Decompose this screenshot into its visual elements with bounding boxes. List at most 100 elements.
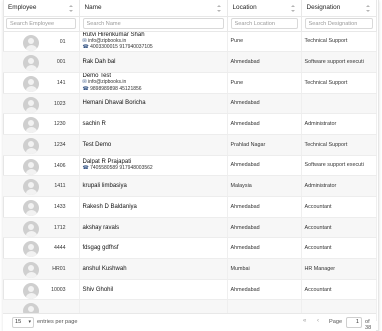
employee-id: 1023 [53,100,66,107]
location-cell: Ahmedabad [227,196,302,218]
sort-icon[interactable] [216,5,222,12]
designation-cell: Software support executi [301,155,377,177]
filter-cell [301,16,377,32]
entries-per-page-label: entries per page [37,319,78,325]
name-cell: Dalpat R Prajapati ☎ 7405580589 917948003… [79,155,228,177]
location-cell: Ahmedabad [227,51,302,73]
employee-id: 4444 [53,245,66,252]
table-row[interactable]: 001 Rak Dah bal Ahmedabad Software support … [3,51,377,73]
employee-name[interactable]: krupali limbasiya [83,183,224,189]
page-number-input[interactable]: 1 [346,317,362,328]
employee-name[interactable]: Rak Dah bal [83,59,224,65]
location-cell: Pune [227,72,302,94]
designation-cell: Administrator [301,175,377,197]
employee-cell: 1433 [3,196,80,218]
table-row[interactable]: 1230 sachin R Ahmedabad Administrator [3,113,377,135]
name-cell: Hemani Dhaval Boricha [79,93,228,115]
table-row[interactable]: 01 Rutvi Hirenkumar Shah ✉ info@zipbooks.i… [3,31,377,53]
employee-name[interactable]: Hemani Dhaval Boricha [83,100,224,106]
employee-cell: 1411 [3,175,80,197]
employee-id: 1234 [53,141,66,148]
employee-email[interactable]: info@zipbooks.in [88,79,126,85]
previous-page-icon[interactable]: ‹ [317,318,319,324]
avatar-icon [23,220,39,237]
page-size-select[interactable]: 15 ▾ [12,317,34,328]
sort-icon[interactable] [290,5,296,12]
employee-id: 1230 [53,121,66,128]
table-row[interactable]: 1433 Rakesh D Baldaniya Ahmedabad Accountan… [3,196,377,218]
designation-cell: Accountant [301,237,377,260]
employee-email[interactable]: info@zipbooks.in [88,38,126,44]
page-count-label: of 38 [365,319,372,331]
column-header-name[interactable]: Name [79,0,228,17]
filter-cell [3,16,80,32]
column-header-label: Employee [8,4,37,12]
employee-name[interactable]: Rakesh D Baldaniya [83,204,224,210]
location-cell: Mumbai [227,258,302,280]
table-row[interactable]: 1411 krupali limbasiya Malaysia Administrat… [3,175,377,197]
employee-cell: 1406 [3,155,80,177]
search-location-input[interactable] [230,18,298,29]
employee-name[interactable]: anshul Kushwah [83,266,224,272]
employee-cell: 1234 [3,134,80,156]
search-designation-input[interactable] [304,18,373,29]
location-cell: Pune [227,31,302,53]
table-row[interactable]: 1406 Dalpat R Prajapati ☎ 7405580589 91794… [3,155,377,177]
name-cell: Test Demo [79,134,228,156]
sort-icon[interactable] [68,5,74,12]
name-cell: krupali limbasiya [79,175,228,197]
sort-icon[interactable] [365,5,371,12]
designation-cell: Administrator [301,113,377,135]
avatar-icon [23,282,39,299]
phone-line: ☎ 7405580589 917948003562 [83,165,224,171]
employee-id: 1712 [53,224,66,231]
table-row[interactable]: 141 Demo Test ✉ info@zipbooks.in ☎ 98989898… [3,72,377,94]
employee-name[interactable]: Shiv Ghohil [83,287,224,293]
employee-id: 10003 [51,286,66,293]
employee-name[interactable]: fdsgag gdfhsf [83,245,224,251]
table-row[interactable]: 1712 akshay ravals Ahmedabad Accountant [3,217,377,239]
column-header-designation[interactable]: Designation [301,0,377,17]
first-page-icon[interactable]: « [303,318,306,324]
employee-id: HR01 [52,266,66,273]
name-cell: Rakesh D Baldaniya [79,196,228,218]
employee-id: 001 [56,59,66,66]
phone-icon: ☎ [82,165,89,172]
phone-icon: ☎ [82,44,89,51]
mail-icon: ✉ [82,79,87,86]
employee-table: Employee Name Location Designation 01 Rut… [3,0,377,322]
page-size-value: 15 [15,319,22,325]
avatar-icon [23,117,39,134]
column-header-employee[interactable]: Employee [3,0,80,17]
table-row[interactable]: 1234 Test Demo Prahlad Nagar Technical Supp… [3,134,377,156]
mail-icon: ✉ [82,38,87,45]
column-header-location[interactable]: Location [227,0,302,17]
table-row[interactable]: 10003 Shiv Ghohil Ahmedabad Accountant [3,279,377,301]
employee-cell: 01 [3,31,80,53]
column-header-label: Name [84,4,102,12]
table-row[interactable]: 1023 Hemani Dhaval Boricha Ahmedabad [3,93,377,115]
designation-cell: Software support executi [301,51,377,73]
name-cell: Rak Dah bal [79,51,228,73]
employee-name[interactable]: akshay ravals [83,225,224,231]
avatar-icon [23,75,39,92]
employee-cell: HR01 [3,258,80,280]
employee-cell: 1023 [3,93,80,115]
employee-name[interactable]: sachin R [83,121,224,127]
name-cell: Rutvi Hirenkumar Shah ✉ info@zipbooks.in ☎… [79,31,228,53]
table-row[interactable]: HR01 anshul Kushwah Mumbai HR Manager [3,258,377,280]
employee-phones: 4003300015 917940037105 [90,44,153,51]
search-employee-input[interactable] [6,18,76,29]
column-header-label: Designation [306,4,341,12]
table-row[interactable]: 4444 fdsgag gdfhsf Ahmedabad Accountant [3,237,377,260]
employee-name[interactable]: Test Demo [83,142,224,148]
name-cell: Demo Test ✉ info@zipbooks.in ☎ 9898989898 … [79,72,228,94]
employee-cell: 001 [3,51,80,73]
employee-id: 1406 [53,162,66,169]
employee-id: 1433 [53,204,66,210]
designation-cell: Accountant [301,279,377,301]
employee-cell: 1712 [3,217,80,239]
name-cell: Shiv Ghohil [79,279,228,301]
filter-cell [79,16,228,32]
search-name-input[interactable] [82,18,224,29]
